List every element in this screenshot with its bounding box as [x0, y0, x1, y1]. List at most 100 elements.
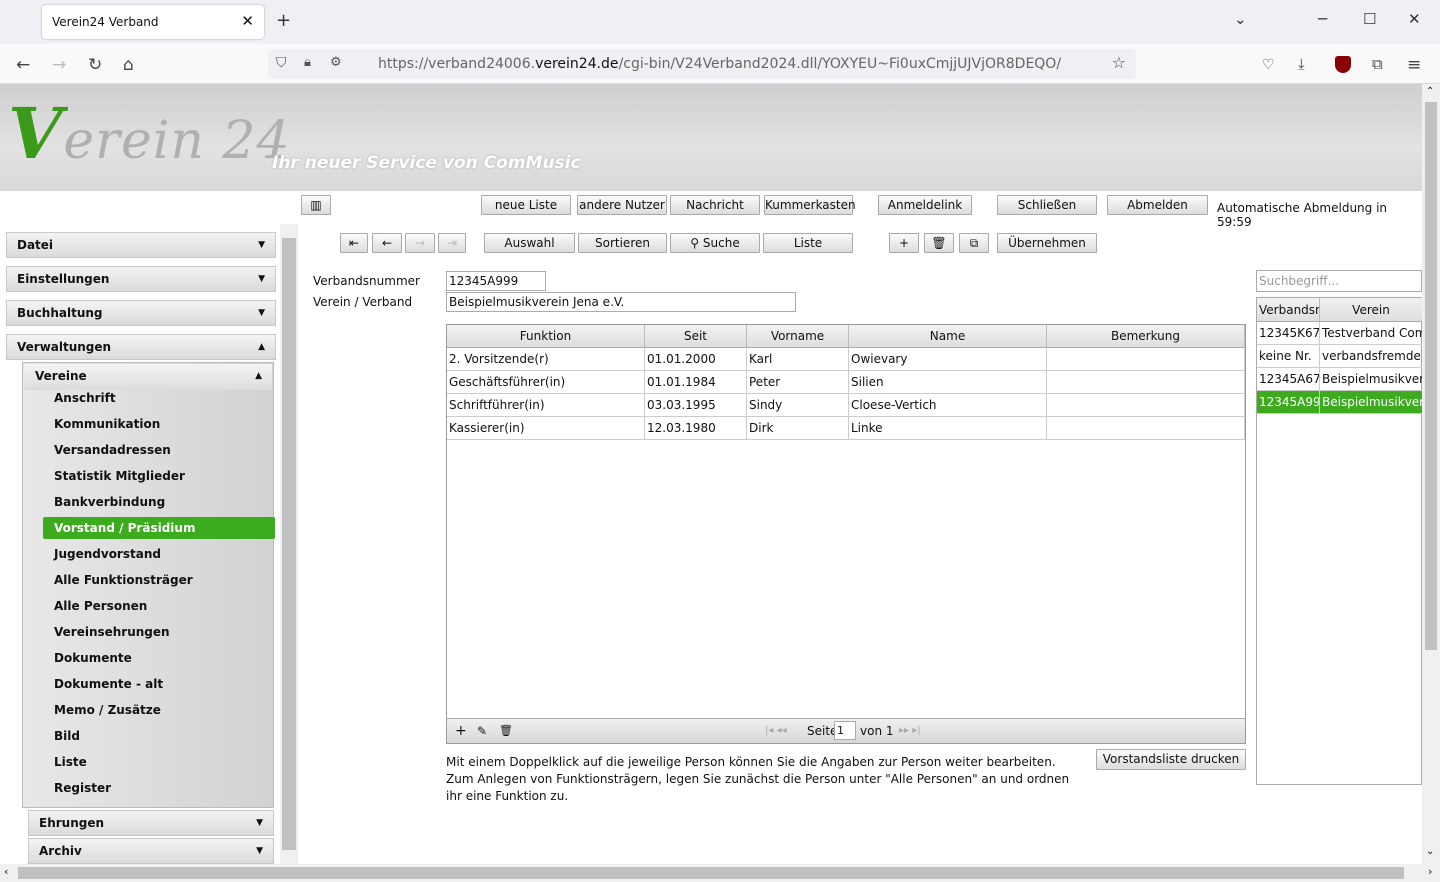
trash-icon[interactable]: 🗑︎ — [924, 233, 954, 253]
table-row[interactable]: Geschäftsführer(in) 01.01.1984 Peter Silien — [447, 371, 1245, 394]
list-item[interactable]: 12345K678Testverband Comm — [1257, 322, 1423, 345]
sidebar-einstellungen[interactable]: Einstellungen ▼ — [6, 266, 276, 292]
column-header-name[interactable]: Name — [849, 325, 1047, 348]
copy-icon[interactable]: ⧉ — [959, 233, 989, 253]
sidebar-scrollbar[interactable] — [280, 224, 298, 864]
sidebar-item-dokumente-alt[interactable]: Dokumente - alt — [54, 677, 163, 691]
sidebar-item-register[interactable]: Register — [54, 781, 111, 795]
scrollbar-thumb[interactable] — [282, 238, 296, 850]
sidebar-item-anschrift[interactable]: Anschrift — [54, 391, 116, 405]
scroll-down-icon[interactable]: ⌄ — [1426, 846, 1434, 857]
last-page-icon[interactable]: ▸▸ ▸| — [899, 725, 921, 736]
anmeldelink-button[interactable]: Anmeldelink — [878, 195, 972, 215]
scroll-up-icon[interactable]: ⌃ — [1426, 86, 1434, 97]
home-icon[interactable]: ⌂ — [123, 55, 134, 75]
scrollbar-thumb[interactable] — [18, 867, 1404, 879]
url-bar[interactable]: ⛉ 🔒︎ ⚙ https://verband24006.verein24.de/… — [268, 49, 1136, 79]
vorstandsliste-drucken-button[interactable]: Vorstandsliste drucken — [1096, 749, 1246, 770]
sidebar-archiv[interactable]: Archiv ▼ — [28, 838, 274, 864]
forward-icon[interactable]: → — [52, 55, 66, 75]
back-icon[interactable]: ← — [16, 55, 30, 75]
pocket-icon[interactable]: ♡ — [1262, 57, 1275, 73]
table-row[interactable]: Kassierer(in) 12.03.1980 Dirk Linke — [447, 417, 1245, 440]
menu-icon[interactable]: ≡ — [1407, 55, 1421, 75]
new-tab-icon[interactable]: + — [276, 10, 291, 31]
add-row-icon[interactable]: + — [455, 723, 467, 739]
sidebar-toggle-icon[interactable]: ▥ — [301, 195, 331, 215]
sidebar-item-bild[interactable]: Bild — [54, 729, 80, 743]
nachricht-button[interactable]: Nachricht — [670, 195, 760, 215]
list-header-verein[interactable]: Verein — [1320, 298, 1423, 322]
sidebar-verwaltungen[interactable]: Verwaltungen ▲ — [6, 334, 276, 360]
verein-field[interactable]: Beispielmusikverein Jena e.V. — [446, 292, 796, 312]
tab-list-icon[interactable]: ⌄ — [1234, 10, 1247, 28]
add-icon[interactable]: + — [889, 233, 919, 253]
sidebar-item-alle-personen[interactable]: Alle Personen — [54, 599, 147, 613]
auswahl-button[interactable]: Auswahl — [484, 233, 575, 253]
scroll-right-icon[interactable]: › — [1428, 865, 1432, 878]
sidebar-ehrungen[interactable]: Ehrungen ▼ — [28, 810, 274, 836]
schliessen-button[interactable]: Schließen — [997, 195, 1097, 215]
neue-liste-button[interactable]: neue Liste — [481, 195, 571, 215]
minimize-icon[interactable]: ─ — [1318, 10, 1327, 28]
list-item[interactable]: keine Nr.verbandsfremde Pe — [1257, 345, 1423, 368]
maximize-icon[interactable]: ☐ — [1363, 10, 1376, 28]
download-icon[interactable]: ⤓ — [1298, 55, 1305, 73]
suche-button[interactable]: ⚲ Suche — [670, 233, 760, 253]
verbandsnummer-field[interactable]: 12345A999 — [446, 271, 546, 291]
sidebar-item-dokumente[interactable]: Dokumente — [54, 651, 132, 665]
first-page-icon[interactable]: |◂ ◂◂ — [765, 725, 787, 736]
sidebar-item-kommunikation[interactable]: Kommunikation — [54, 417, 160, 431]
close-window-icon[interactable]: ✕ — [1408, 10, 1421, 28]
table-cell-vorname: Dirk — [747, 417, 849, 440]
kummerkasten-button[interactable]: Kummerkasten — [764, 195, 856, 215]
table-row[interactable]: Schriftführer(in) 03.03.1995 Sindy Cloese-V… — [447, 394, 1245, 417]
extensions-icon[interactable]: ⧉ — [1372, 55, 1383, 73]
list-item[interactable]: 12345A999Beispielmusikverein — [1257, 391, 1423, 414]
next-record-icon[interactable]: → — [405, 233, 435, 253]
sidebar-item-memo-zusätze[interactable]: Memo / Zusätze — [54, 703, 161, 717]
shield-icon[interactable]: ⛉ — [276, 55, 287, 71]
sidebar-item-liste[interactable]: Liste — [54, 755, 87, 769]
prev-record-icon[interactable]: ← — [372, 233, 402, 253]
scrollbar-thumb[interactable] — [1425, 102, 1437, 650]
page-input[interactable]: 1 — [834, 721, 856, 740]
right-search-input[interactable]: Suchbegriff... — [1256, 270, 1422, 292]
edit-icon[interactable]: ✎ — [477, 724, 487, 738]
browser-tab[interactable]: Verein24 Verband ✕ — [42, 5, 264, 39]
andere-nutzer-button[interactable]: andere Nutzer — [577, 195, 667, 215]
liste-button[interactable]: Liste — [763, 233, 853, 253]
sidebar-datei[interactable]: Datei ▼ — [6, 232, 276, 258]
column-header-funktion[interactable]: Funktion — [447, 325, 645, 348]
column-header-bemerkung[interactable]: Bemerkung — [1047, 325, 1245, 348]
page-vertical-scrollbar[interactable]: ⌃ ⌄ — [1422, 84, 1440, 864]
sidebar-item-vorstand-präsidium[interactable]: Vorstand / Präsidium — [43, 517, 275, 539]
sidebar-item-vereinsehrungen[interactable]: Vereinsehrungen — [54, 625, 170, 639]
uebernehmen-button[interactable]: Übernehmen — [997, 233, 1097, 253]
abmelden-button[interactable]: Abmelden — [1107, 195, 1208, 215]
table-row[interactable]: 2. Vorsitzende(r) 01.01.2000 Karl Owievary — [447, 348, 1245, 371]
permissions-icon[interactable]: ⚙ — [330, 55, 342, 70]
sidebar-item-jugendvorstand[interactable]: Jugendvorstand — [54, 547, 161, 561]
sidebar-item-bankverbindung[interactable]: Bankverbindung — [54, 495, 165, 509]
close-tab-icon[interactable]: ✕ — [241, 12, 254, 30]
sidebar-item-statistik-mitglieder[interactable]: Statistik Mitglieder — [54, 469, 185, 483]
sidebar-item-alle-funktionsträger[interactable]: Alle Funktionsträger — [54, 573, 193, 587]
list-item[interactable]: 12345A678Beispielmusikverein — [1257, 368, 1423, 391]
sidebar-vereine[interactable]: Vereine ▲ — [24, 364, 272, 390]
sortieren-button[interactable]: Sortieren — [578, 233, 667, 253]
last-record-icon[interactable]: ⇥ — [438, 233, 466, 253]
scroll-left-icon[interactable]: ‹ — [4, 865, 8, 878]
sidebar-item-versandadressen[interactable]: Versandadressen — [54, 443, 171, 457]
reload-icon[interactable]: ↻ — [88, 55, 102, 75]
column-header-seit[interactable]: Seit — [645, 325, 747, 348]
list-header-verbandsnr[interactable]: Verbandsnr — [1257, 298, 1320, 322]
sidebar-buchhaltung[interactable]: Buchhaltung ▼ — [6, 300, 276, 326]
page-horizontal-scrollbar[interactable]: ‹ › — [0, 864, 1440, 882]
bookmark-star-icon[interactable]: ☆ — [1112, 53, 1126, 72]
lock-icon[interactable]: 🔒︎ — [304, 55, 311, 70]
ublock-icon[interactable] — [1335, 56, 1351, 73]
column-header-vorname[interactable]: Vorname — [747, 325, 849, 348]
delete-icon[interactable]: 🗑︎ — [499, 724, 513, 737]
first-record-icon[interactable]: ⇤ — [340, 233, 368, 253]
